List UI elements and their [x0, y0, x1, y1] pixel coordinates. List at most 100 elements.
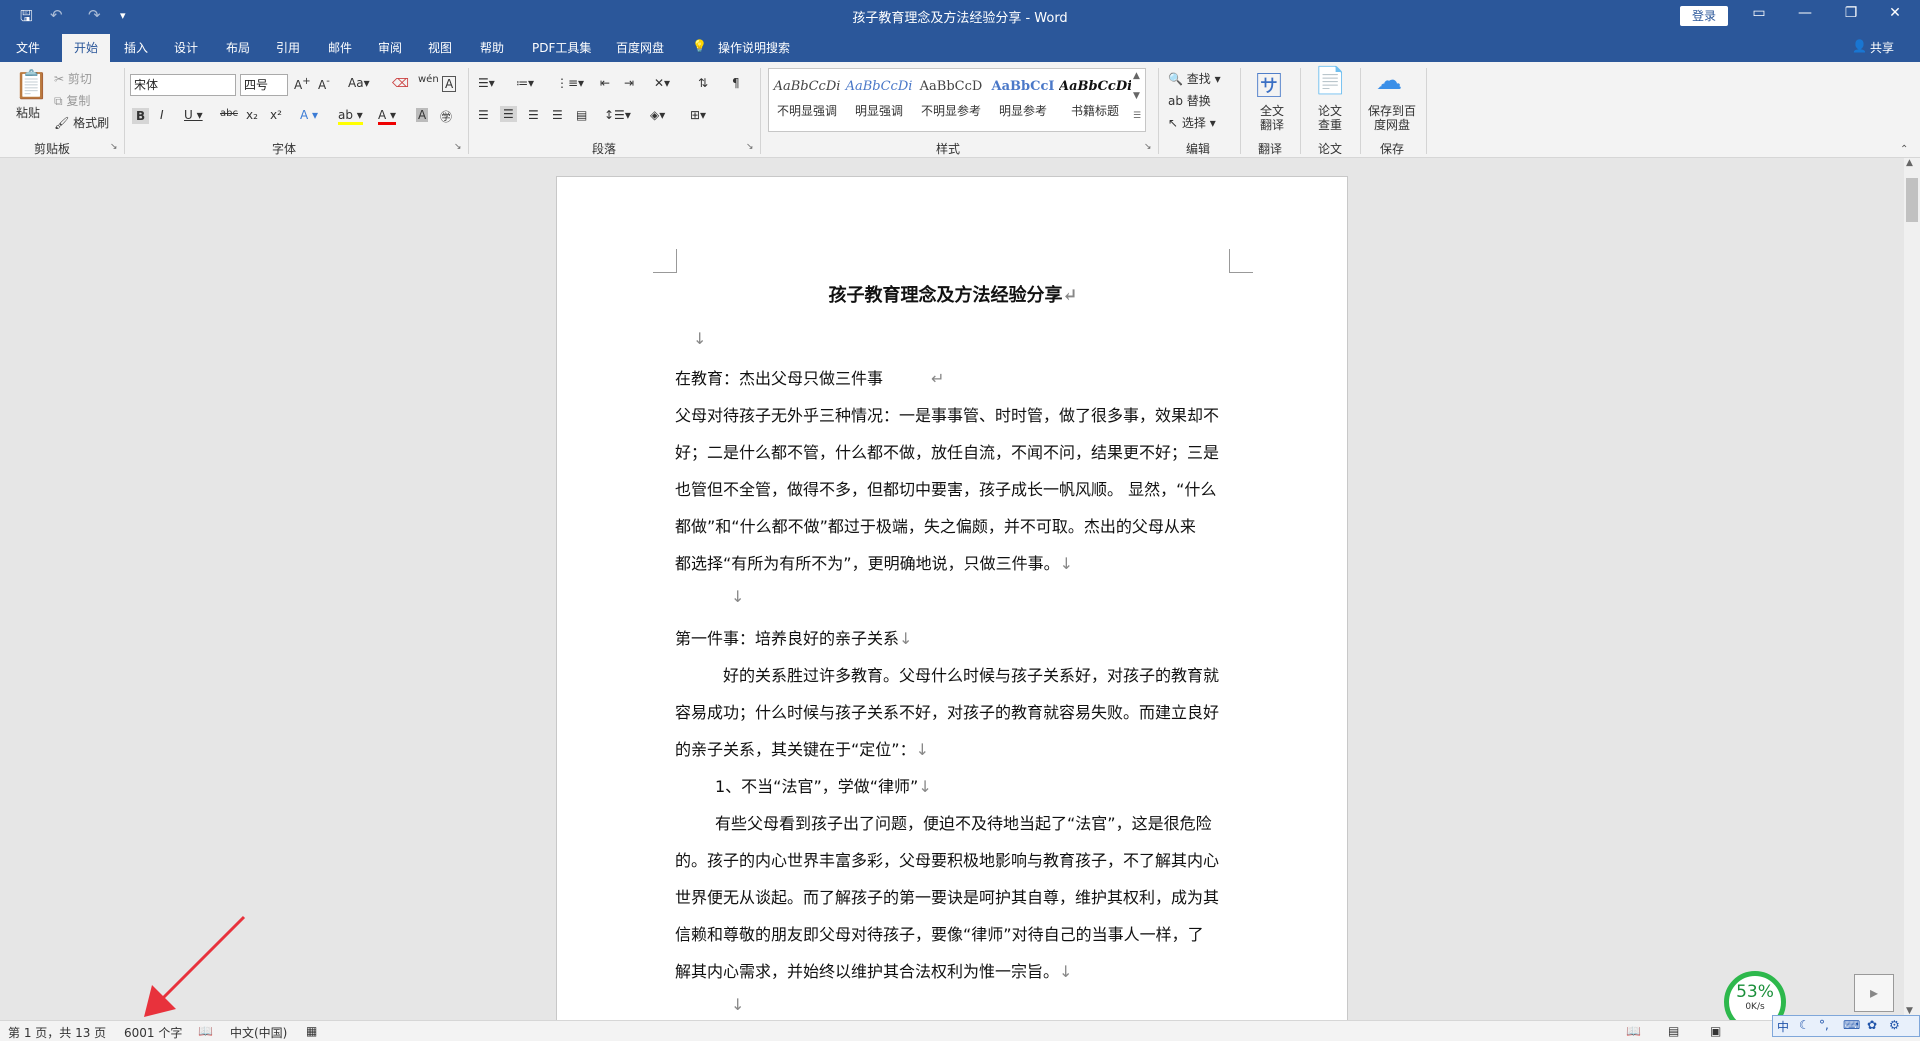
tab-review[interactable]: 审阅 [378, 39, 402, 56]
settings-icon[interactable]: ⚙ [1889, 1018, 1900, 1032]
styles-more-icon[interactable]: ☰ [1133, 111, 1141, 121]
underline-icon[interactable]: U ▾ [184, 108, 203, 122]
font-size-select[interactable]: 四号 [240, 74, 288, 96]
paper-check-button[interactable]: 论文查重 [1316, 104, 1344, 132]
change-case-icon[interactable]: Aa▾ [348, 76, 370, 90]
numbering-icon[interactable]: ≔▾ [516, 76, 534, 90]
restore-icon[interactable]: ❐ [1836, 5, 1866, 21]
close-icon[interactable]: ✕ [1880, 5, 1910, 21]
highlight-color-icon[interactable]: ab ▾ [338, 108, 363, 125]
show-marks-icon[interactable]: ¶ [732, 76, 740, 90]
font-name-select[interactable]: 宋体 [130, 74, 236, 96]
replace-button[interactable]: ab 替换 [1168, 92, 1211, 109]
grow-font-icon[interactable]: A+ [294, 76, 311, 92]
paper-check-icon[interactable]: 📄 [1314, 66, 1346, 96]
strikethrough-icon[interactable]: abc [220, 108, 238, 119]
style-book-title[interactable]: AaBbCcDi 书籍标题 [1059, 73, 1131, 129]
tab-references[interactable]: 引用 [276, 39, 300, 56]
line-spacing-icon[interactable]: ↕☰▾ [604, 108, 631, 122]
page-nav-button[interactable]: ▸ [1854, 974, 1894, 1012]
select-button[interactable]: ↖ 选择 ▾ [1168, 114, 1216, 131]
macro-icon[interactable]: ▦ [306, 1024, 317, 1038]
paste-icon[interactable]: 📋 [14, 68, 49, 101]
enclose-characters-icon[interactable]: ㊫ [440, 108, 452, 125]
justify-icon[interactable]: ☰ [552, 108, 563, 122]
chinese-layout-icon[interactable]: ✕▾ [654, 76, 670, 90]
scroll-up-icon[interactable]: ▲ [1906, 158, 1913, 168]
increase-indent-icon[interactable]: ⇥ [624, 76, 634, 90]
tab-view[interactable]: 视图 [428, 39, 452, 56]
clear-formatting-icon[interactable]: ⌫ [392, 76, 409, 90]
paragraph-launcher-icon[interactable]: ↘ [746, 142, 754, 152]
clipboard-launcher-icon[interactable]: ↘ [110, 142, 118, 152]
distributed-icon[interactable]: ▤ [576, 108, 587, 122]
styles-scroll-down-icon[interactable]: ▼ [1133, 91, 1140, 101]
styles-launcher-icon[interactable]: ↘ [1144, 142, 1152, 152]
align-right-icon[interactable]: ☰ [528, 108, 539, 122]
font-color-icon[interactable]: A ▾ [378, 108, 397, 125]
punctuation-icon[interactable]: °, [1819, 1018, 1829, 1032]
tell-me-search[interactable]: 操作说明搜索 [718, 39, 790, 56]
shading-icon[interactable]: ◈▾ [650, 108, 665, 122]
style-subtle-emphasis[interactable]: AaBbCcDi 不明显强调 [771, 73, 843, 129]
tab-baidu-netdisk[interactable]: 百度网盘 [616, 39, 664, 56]
style-subtle-reference[interactable]: AaBbCcD 不明显参考 [915, 73, 987, 129]
page-count[interactable]: 第 1 页，共 13 页 [8, 1024, 106, 1041]
tab-file[interactable]: 文件 [16, 39, 40, 56]
proofing-icon[interactable]: 📖 [198, 1024, 213, 1038]
full-text-translate-button[interactable]: 全文翻译 [1258, 104, 1286, 132]
decrease-indent-icon[interactable]: ⇤ [600, 76, 610, 90]
font-launcher-icon[interactable]: ↘ [454, 142, 462, 152]
cut-button[interactable]: ✂ 剪切 [54, 70, 92, 87]
ime-mode[interactable]: 中 [1777, 1018, 1789, 1035]
moon-icon[interactable]: ☾ [1799, 1018, 1810, 1032]
share-button[interactable]: 共享 [1870, 39, 1894, 56]
document-page[interactable]: 孩子教育理念及方法经验分享↵ ↓ 在教育：杰出父母只做三件事 ↵ 父母对待孩子无外… [556, 176, 1348, 1041]
word-count[interactable]: 6001 个字 [124, 1024, 182, 1041]
read-mode-icon[interactable]: 📖 [1626, 1024, 1641, 1038]
scrollbar-thumb[interactable] [1906, 178, 1918, 222]
italic-icon[interactable]: I [160, 108, 164, 122]
phonetic-guide-icon[interactable]: wén [418, 74, 439, 85]
login-button[interactable]: 登录 [1680, 6, 1728, 26]
ime-toolbar[interactable]: 中 ☾ °, ⌨ ✿ ⚙ [1772, 1015, 1920, 1037]
style-intense-reference[interactable]: AaBbCcI 明显参考 [987, 73, 1059, 129]
multilevel-list-icon[interactable]: ⋮≡▾ [556, 76, 584, 90]
minimize-icon[interactable]: — [1790, 5, 1820, 21]
character-shading-icon[interactable]: A [416, 108, 429, 122]
find-button[interactable]: 🔍 查找 ▾ [1168, 70, 1221, 87]
tab-home[interactable]: 开始 [62, 34, 110, 62]
collapse-ribbon-icon[interactable]: ⌃ [1900, 144, 1908, 155]
shrink-font-icon[interactable]: A- [318, 76, 330, 92]
borders-icon[interactable]: ⊞▾ [690, 108, 706, 122]
text-effects-icon[interactable]: A ▾ [300, 108, 318, 122]
skin-icon[interactable]: ✿ [1867, 1018, 1877, 1032]
superscript-icon[interactable]: x² [270, 108, 282, 122]
subscript-icon[interactable]: x₂ [246, 108, 258, 122]
character-border-icon[interactable]: A [442, 76, 457, 92]
bold-icon[interactable]: B [132, 108, 150, 124]
align-left-icon[interactable]: ☰ [478, 108, 489, 122]
keyboard-icon[interactable]: ⌨ [1843, 1018, 1860, 1032]
translate-icon[interactable]: 🈂 [1256, 66, 1282, 103]
style-intense-emphasis[interactable]: AaBbCcDi 明显强调 [843, 73, 915, 129]
tab-layout[interactable]: 布局 [226, 39, 250, 56]
tab-help[interactable]: 帮助 [480, 39, 504, 56]
align-center-icon[interactable]: ☰ [500, 106, 517, 122]
paste-button[interactable]: 粘贴 [16, 104, 40, 121]
format-painter-button[interactable]: 🖌 格式刷 [54, 114, 109, 131]
sort-icon[interactable]: ⇅ [698, 76, 708, 90]
styles-scroll-up-icon[interactable]: ▲ [1133, 71, 1140, 81]
baidu-netdisk-icon[interactable]: ☁ [1376, 66, 1402, 96]
web-layout-icon[interactable]: ▣ [1710, 1024, 1721, 1038]
bullets-icon[interactable]: ☰▾ [478, 76, 495, 90]
save-to-baidu-button[interactable]: 保存到百度网盘 [1366, 104, 1418, 132]
copy-button[interactable]: ⧉ 复制 [54, 92, 90, 109]
tab-design[interactable]: 设计 [174, 39, 198, 56]
tab-mailings[interactable]: 邮件 [328, 39, 352, 56]
language-indicator[interactable]: 中文(中国) [230, 1024, 287, 1041]
tab-pdf-tools[interactable]: PDF工具集 [532, 39, 591, 56]
vertical-scrollbar[interactable] [1904, 158, 1920, 1020]
tab-insert[interactable]: 插入 [124, 39, 148, 56]
print-layout-icon[interactable]: ▤ [1668, 1024, 1679, 1038]
